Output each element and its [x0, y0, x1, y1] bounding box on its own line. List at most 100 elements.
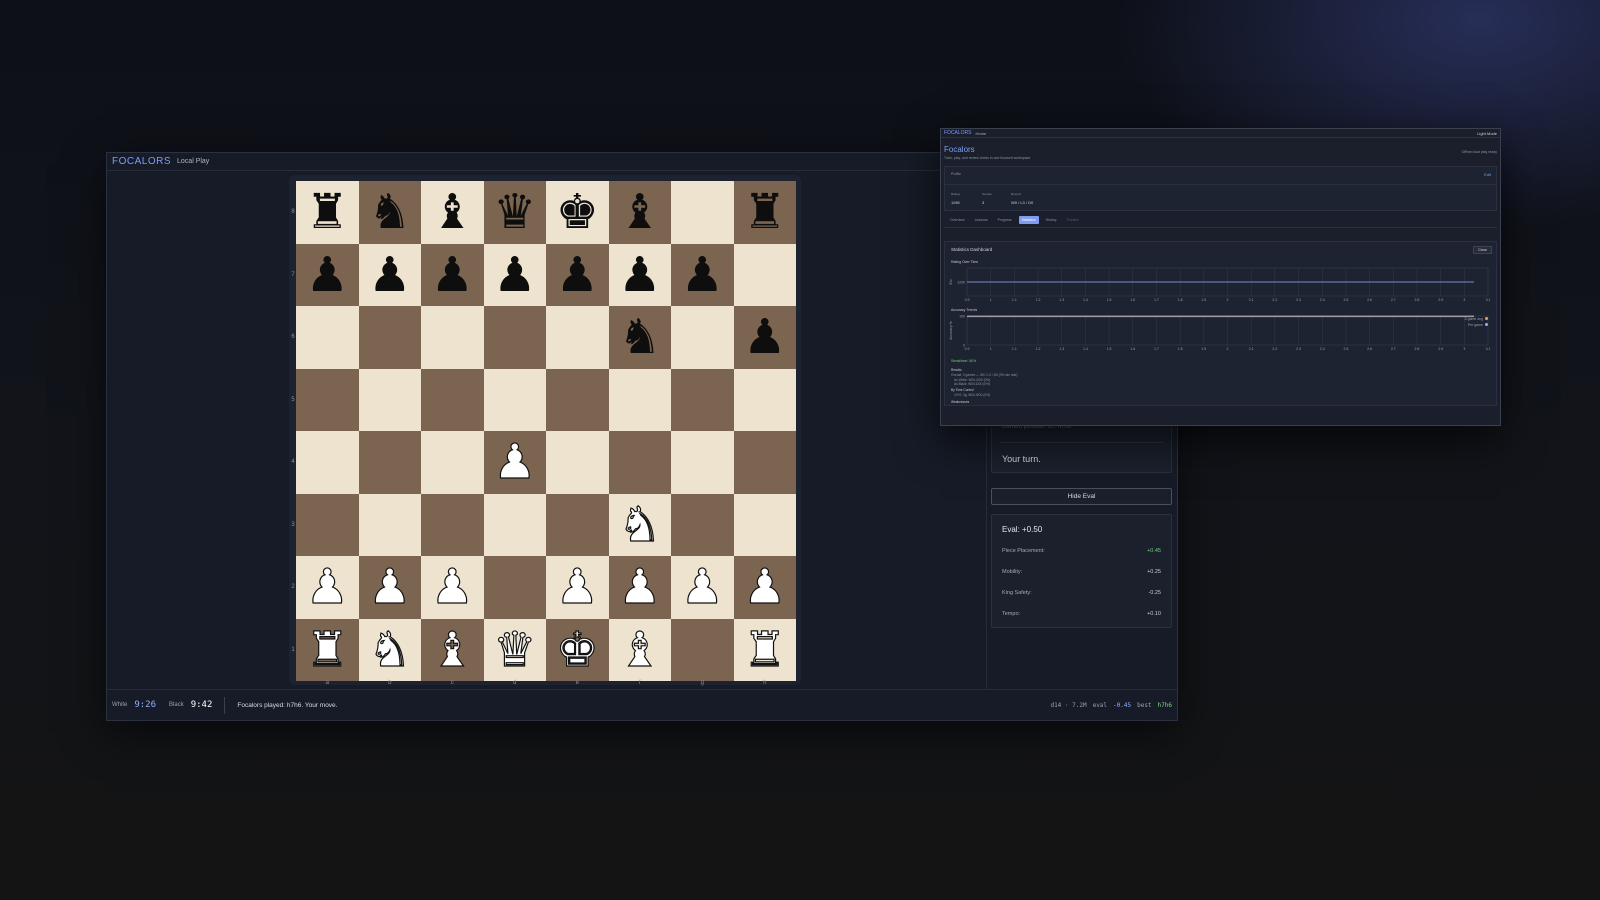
square-c1[interactable]: ♝	[421, 618, 484, 681]
white-bishop-icon[interactable]: ♝	[430, 625, 474, 674]
square-b8[interactable]: ♞	[358, 181, 421, 244]
square-d3[interactable]	[483, 493, 546, 556]
square-f5[interactable]	[608, 368, 671, 431]
square-h8[interactable]: ♜	[733, 181, 796, 244]
square-a4[interactable]	[296, 431, 359, 494]
white-pawn-icon[interactable]: ♟	[493, 438, 537, 487]
white-rook-icon[interactable]: ♜	[305, 625, 349, 674]
square-d4[interactable]: ♟	[483, 431, 546, 494]
white-king-icon[interactable]: ♚	[555, 625, 599, 674]
square-b1[interactable]: ♞	[358, 618, 421, 681]
square-d5[interactable]	[483, 368, 546, 431]
square-c8[interactable]: ♝	[421, 181, 484, 244]
black-bishop-icon[interactable]: ♝	[431, 188, 474, 236]
square-h2[interactable]: ♟	[733, 556, 796, 619]
square-f6[interactable]: ♞	[608, 306, 671, 369]
square-e4[interactable]	[546, 431, 609, 494]
tab-statistics[interactable]: Statistics	[1018, 216, 1039, 224]
square-f7[interactable]: ♟	[608, 243, 671, 306]
square-d8[interactable]: ♛	[483, 181, 546, 244]
white-bishop-icon[interactable]: ♝	[618, 625, 662, 674]
square-e5[interactable]	[546, 368, 609, 431]
square-d1[interactable]: ♛	[483, 618, 546, 681]
square-a2[interactable]: ♟	[296, 556, 359, 619]
white-knight-icon[interactable]: ♞	[368, 625, 412, 674]
white-pawn-icon[interactable]: ♟	[430, 563, 474, 612]
square-e6[interactable]	[546, 306, 609, 369]
white-pawn-icon[interactable]: ♟	[680, 563, 724, 612]
black-rook-icon[interactable]: ♜	[306, 188, 349, 236]
white-pawn-icon[interactable]: ♟	[368, 563, 412, 612]
black-pawn-icon[interactable]: ♟	[681, 251, 724, 299]
tab-puzzles[interactable]: Puzzles	[1064, 216, 1082, 224]
white-pawn-icon[interactable]: ♟	[743, 563, 787, 612]
black-pawn-icon[interactable]: ♟	[556, 251, 599, 299]
black-king-icon[interactable]: ♚	[556, 188, 599, 236]
black-pawn-icon[interactable]: ♟	[743, 313, 786, 361]
square-d2[interactable]	[483, 556, 546, 619]
white-pawn-icon[interactable]: ♟	[305, 563, 349, 612]
square-b4[interactable]	[358, 431, 421, 494]
square-h3[interactable]	[733, 493, 796, 556]
square-g2[interactable]: ♟	[671, 556, 734, 619]
square-g7[interactable]: ♟	[671, 243, 734, 306]
square-h6[interactable]: ♟	[733, 306, 796, 369]
tab-history[interactable]: History	[1043, 216, 1060, 224]
tab-progress[interactable]: Progress	[995, 216, 1015, 224]
square-c2[interactable]: ♟	[421, 556, 484, 619]
square-c5[interactable]	[421, 368, 484, 431]
square-a7[interactable]: ♟	[296, 243, 359, 306]
black-rook-icon[interactable]: ♜	[743, 188, 786, 236]
square-b3[interactable]	[358, 493, 421, 556]
square-a8[interactable]: ♜	[296, 181, 359, 244]
chess-board[interactable]: ♜ ♞ ♝ ♛ ♚ ♝ ♜ ♟ ♟ ♟ ♟ ♟ ♟ ♟ ♞ ♟ ♟ ♞ ♟ ♟ ♟ ♟ ♟ ♟ ♟ ♜ ♞ ♝ ♛ ♚ ♝ ♜	[296, 181, 796, 681]
square-e2[interactable]: ♟	[546, 556, 609, 619]
square-h7[interactable]	[733, 243, 796, 306]
square-g8[interactable]	[671, 181, 734, 244]
black-knight-icon[interactable]: ♞	[618, 313, 661, 361]
hide-eval-button[interactable]: Hide Eval	[991, 488, 1172, 505]
black-queen-icon[interactable]: ♛	[493, 188, 536, 236]
close-button[interactable]: Close	[1473, 246, 1492, 254]
black-pawn-icon[interactable]: ♟	[306, 251, 349, 299]
square-a6[interactable]	[296, 306, 359, 369]
square-b5[interactable]	[358, 368, 421, 431]
square-b2[interactable]: ♟	[358, 556, 421, 619]
square-a3[interactable]	[296, 493, 359, 556]
square-e3[interactable]	[546, 493, 609, 556]
brand-logo[interactable]: FOCALORS	[112, 156, 171, 167]
square-f4[interactable]	[608, 431, 671, 494]
square-f2[interactable]: ♟	[608, 556, 671, 619]
black-knight-icon[interactable]: ♞	[368, 188, 411, 236]
white-pawn-icon[interactable]: ♟	[555, 563, 599, 612]
square-a5[interactable]	[296, 368, 359, 431]
square-c7[interactable]: ♟	[421, 243, 484, 306]
black-bishop-icon[interactable]: ♝	[618, 188, 661, 236]
square-b6[interactable]	[358, 306, 421, 369]
square-f1[interactable]: ♝	[608, 618, 671, 681]
square-d6[interactable]	[483, 306, 546, 369]
square-g6[interactable]	[671, 306, 734, 369]
home-link[interactable]: Home	[976, 131, 987, 136]
square-e8[interactable]: ♚	[546, 181, 609, 244]
square-g5[interactable]	[671, 368, 734, 431]
black-pawn-icon[interactable]: ♟	[368, 251, 411, 299]
square-c4[interactable]	[421, 431, 484, 494]
black-pawn-icon[interactable]: ♟	[431, 251, 474, 299]
tab-lessons[interactable]: Lessons	[972, 216, 991, 224]
popup-brand-logo[interactable]: FOCALORS	[944, 130, 972, 136]
black-pawn-icon[interactable]: ♟	[493, 251, 536, 299]
tab-overview[interactable]: Overview	[947, 216, 968, 224]
square-e1[interactable]: ♚	[546, 618, 609, 681]
square-e7[interactable]: ♟	[546, 243, 609, 306]
square-g1[interactable]	[671, 618, 734, 681]
square-c6[interactable]	[421, 306, 484, 369]
square-h5[interactable]	[733, 368, 796, 431]
square-f8[interactable]: ♝	[608, 181, 671, 244]
black-pawn-icon[interactable]: ♟	[618, 251, 661, 299]
square-h4[interactable]	[733, 431, 796, 494]
square-a1[interactable]: ♜	[296, 618, 359, 681]
white-pawn-icon[interactable]: ♟	[618, 563, 662, 612]
square-f3[interactable]: ♞	[608, 493, 671, 556]
square-b7[interactable]: ♟	[358, 243, 421, 306]
